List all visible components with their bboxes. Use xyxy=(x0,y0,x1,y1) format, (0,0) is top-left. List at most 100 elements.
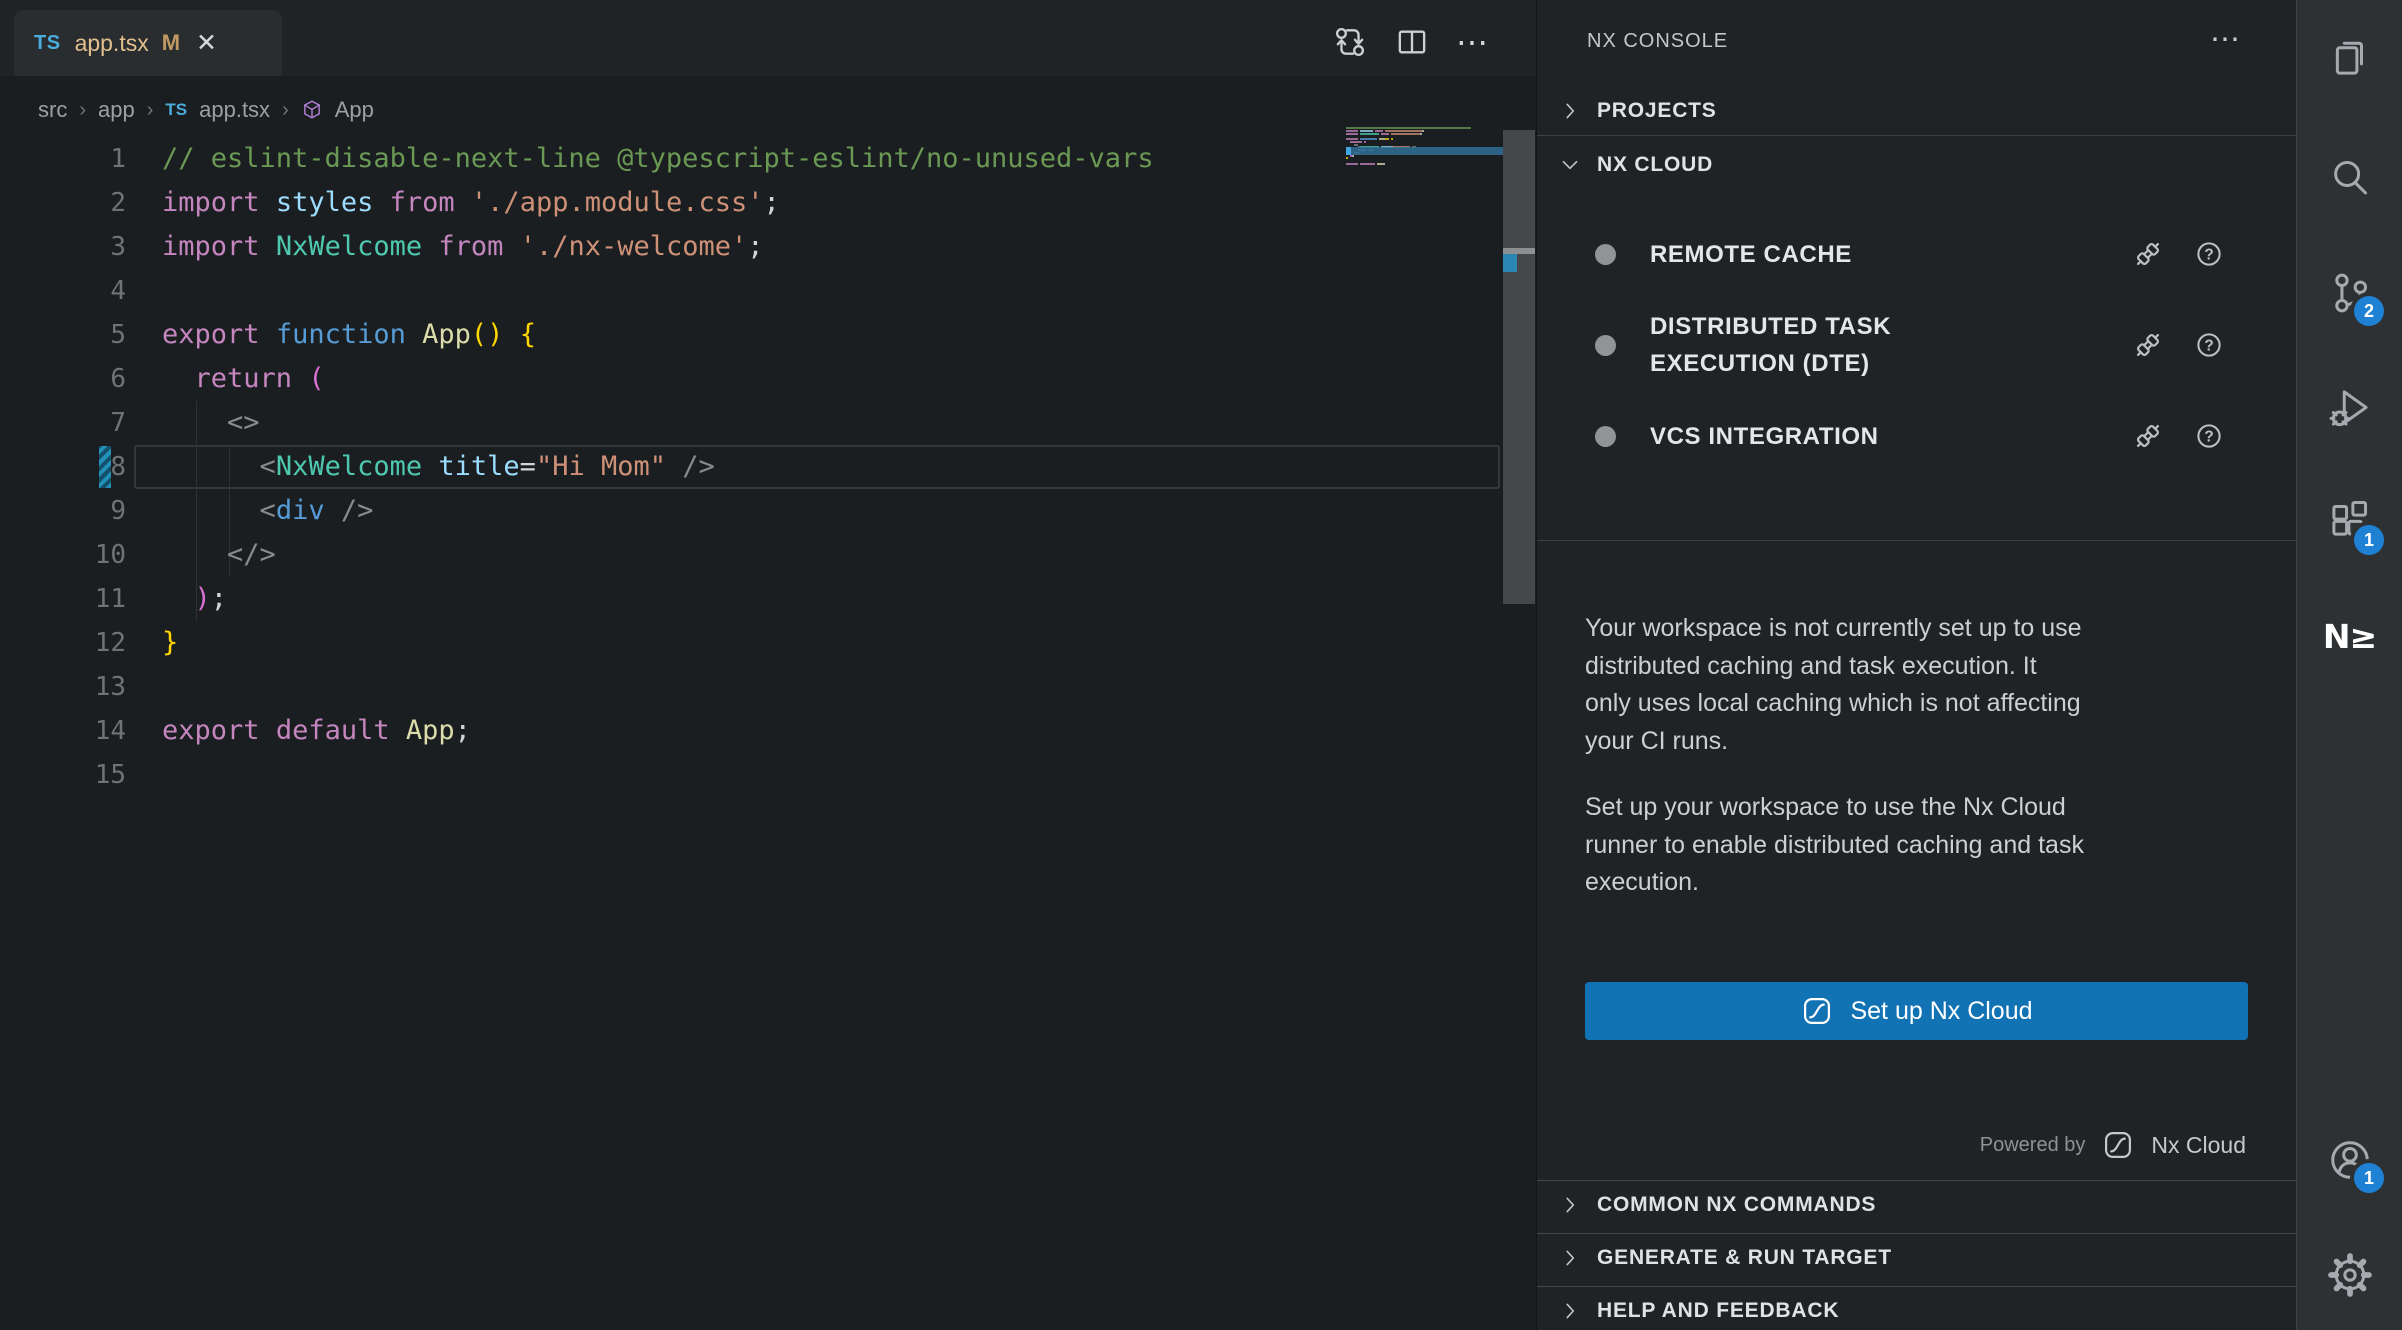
code-line[interactable]: 6 return ( xyxy=(0,357,1500,401)
breadcrumb-item-src[interactable]: src xyxy=(38,97,67,123)
badge: 2 xyxy=(2354,296,2384,326)
activity-item-accounts[interactable]: 1 xyxy=(2297,1115,2402,1205)
section-help-and-feedback[interactable]: HELP AND FEEDBACK xyxy=(1537,1286,2296,1330)
activity-item-explorer[interactable] xyxy=(2297,12,2402,102)
activity-bar: 2 1 N≥ 1 xyxy=(2296,0,2402,1330)
activity-item-extensions[interactable]: 1 xyxy=(2297,477,2402,567)
help-icon[interactable] xyxy=(2192,237,2226,271)
panel-more-actions-icon[interactable]: ⋯ xyxy=(2210,22,2242,57)
activity-item-run-debug[interactable] xyxy=(2297,363,2402,453)
gear-icon xyxy=(2327,1252,2373,1298)
powered-by-label: Powered by xyxy=(1980,1134,2086,1157)
tab-app-tsx[interactable]: TS app.tsx M ✕ xyxy=(14,10,282,76)
code-line-text: ); xyxy=(126,577,227,621)
code-line[interactable]: 1// eslint-disable-next-line @typescript… xyxy=(0,137,1500,181)
connect-icon[interactable] xyxy=(2131,419,2165,453)
code-line[interactable]: 5export function App() { xyxy=(0,313,1500,357)
cloud-feature-row: DISTRIBUTED TASK EXECUTION (DTE) xyxy=(1537,300,2296,390)
code-line-text: <div /> xyxy=(126,489,373,533)
activity-item-search[interactable] xyxy=(2297,133,2402,223)
cloud-feature-row: VCS INTEGRATION xyxy=(1537,408,2296,464)
line-number[interactable]: 1 xyxy=(0,137,126,181)
code-line[interactable]: 10 </> xyxy=(0,533,1500,577)
line-number[interactable]: 9 xyxy=(0,489,126,533)
powered-by-row: Powered by Nx Cloud xyxy=(1980,1118,2246,1172)
section-divider xyxy=(1537,135,2296,136)
close-tab-icon[interactable]: ✕ xyxy=(196,31,217,56)
code-line[interactable]: 13 xyxy=(0,665,1500,709)
line-number[interactable]: 12 xyxy=(0,621,126,665)
code-line[interactable]: 4 xyxy=(0,269,1500,313)
nx-cloud-icon xyxy=(2101,1128,2135,1162)
activity-item-nx-console[interactable]: N≥ xyxy=(2297,591,2402,681)
section-projects[interactable]: PROJECTS xyxy=(1537,88,2296,134)
help-icon[interactable] xyxy=(2192,419,2226,453)
help-icon[interactable] xyxy=(2192,328,2226,362)
line-number[interactable]: 15 xyxy=(0,753,126,797)
breadcrumb-item-symbol[interactable]: App xyxy=(335,97,374,123)
line-number[interactable]: 13 xyxy=(0,665,126,709)
minimap-line xyxy=(1346,133,1358,135)
setup-button-label: Set up Nx Cloud xyxy=(1850,997,2032,1026)
editor-group: TS app.tsx M ✕ ⋯ src › app › TS app.tsx … xyxy=(0,0,1536,1330)
minimap-line xyxy=(1346,127,1471,129)
code-editor[interactable]: 1// eslint-disable-next-line @typescript… xyxy=(0,137,1500,797)
line-number[interactable]: 4 xyxy=(0,269,126,313)
panel-title: NX CONSOLE xyxy=(1587,30,1728,53)
code-line[interactable]: 7 <> xyxy=(0,401,1500,445)
editor-more-actions-icon[interactable]: ⋯ xyxy=(1456,24,1490,60)
setup-instruction-text: Set up your workspace to use the Nx Clou… xyxy=(1585,789,2257,902)
minimap-line xyxy=(1385,138,1389,140)
nx-cloud-brand-label[interactable]: Nx Cloud xyxy=(2151,1132,2246,1159)
minimap-line xyxy=(1385,130,1422,132)
minimap[interactable] xyxy=(1346,127,1504,187)
badge: 1 xyxy=(2354,525,2384,555)
connect-icon[interactable] xyxy=(2131,237,2165,271)
breadcrumb-item-file[interactable]: app.tsx xyxy=(199,97,270,123)
open-changes-icon[interactable] xyxy=(1332,24,1368,60)
chevron-right-icon xyxy=(1559,1247,1581,1269)
section-common-nx-commands[interactable]: COMMON NX COMMANDS xyxy=(1537,1180,2296,1228)
activity-item-source-control[interactable]: 2 xyxy=(2297,248,2402,338)
split-editor-icon[interactable] xyxy=(1394,24,1430,60)
code-line[interactable]: 3import NxWelcome from './nx-welcome'; xyxy=(0,225,1500,269)
line-number[interactable]: 7 xyxy=(0,401,126,445)
editor-scrollbar[interactable] xyxy=(1503,130,1535,604)
connect-icon[interactable] xyxy=(2131,328,2165,362)
minimap-line xyxy=(1360,138,1376,140)
minimap-current-line-highlight xyxy=(1346,147,1504,155)
code-line[interactable]: 2import styles from './app.module.css'; xyxy=(0,181,1500,225)
activity-item-settings[interactable] xyxy=(2297,1230,2402,1320)
files-icon xyxy=(2327,34,2373,80)
line-number[interactable]: 5 xyxy=(0,313,126,357)
line-number[interactable]: 6 xyxy=(0,357,126,401)
git-modified-badge: M xyxy=(162,30,180,56)
code-line[interactable]: 8 <NxWelcome title="Hi Mom" /> xyxy=(0,445,1500,489)
debug-icon xyxy=(2327,385,2373,431)
code-line-text: // eslint-disable-next-line @typescript-… xyxy=(126,137,1154,181)
line-number[interactable]: 3 xyxy=(0,225,126,269)
section-generate-run-target[interactable]: GENERATE & RUN TARGET xyxy=(1537,1233,2296,1281)
code-line-text: import styles from './app.module.css'; xyxy=(126,181,780,225)
chevron-down-icon xyxy=(1559,154,1581,176)
cloud-feature-label: REMOTE CACHE xyxy=(1650,236,1995,273)
code-line[interactable]: 9 <div /> xyxy=(0,489,1500,533)
code-line[interactable]: 15 xyxy=(0,753,1500,797)
line-number[interactable]: 10 xyxy=(0,533,126,577)
line-number[interactable]: 2 xyxy=(0,181,126,225)
minimap-line xyxy=(1354,144,1358,146)
section-nx-cloud[interactable]: NX CLOUD xyxy=(1537,137,2296,193)
minimap-line xyxy=(1346,163,1358,165)
code-line[interactable]: 12} xyxy=(0,621,1500,665)
chevron-right-icon xyxy=(1559,1194,1581,1216)
status-dot-icon xyxy=(1595,244,1616,265)
minimap-line xyxy=(1360,130,1372,132)
line-number[interactable]: 14 xyxy=(0,709,126,753)
line-number[interactable]: 11 xyxy=(0,577,126,621)
breadcrumb-item-app[interactable]: app xyxy=(98,97,135,123)
line-number[interactable]: 8 xyxy=(0,445,126,489)
code-line[interactable]: 14export default App; xyxy=(0,709,1500,753)
code-line[interactable]: 11 ); xyxy=(0,577,1500,621)
setup-nx-cloud-button[interactable]: Set up Nx Cloud xyxy=(1585,982,2248,1040)
content-divider xyxy=(1537,540,2296,541)
